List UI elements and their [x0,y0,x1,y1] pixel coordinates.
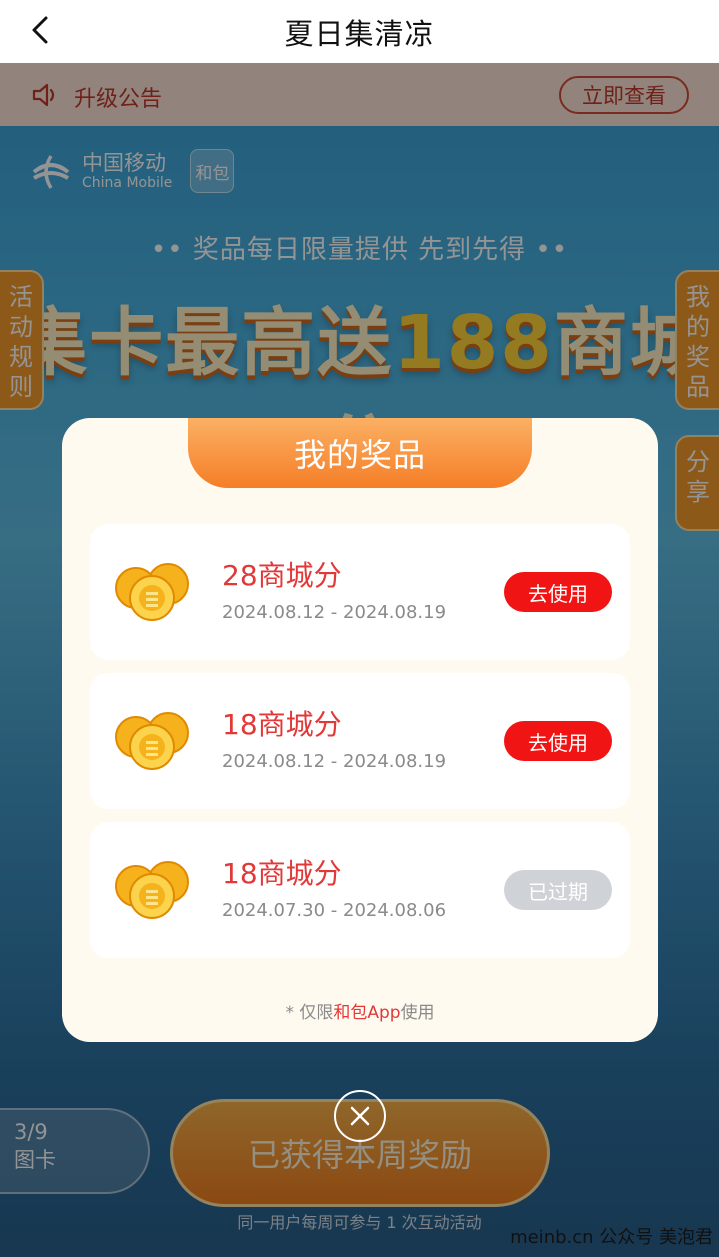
coins-icon [115,861,189,919]
close-modal-button[interactable] [334,1090,386,1142]
modal-title: 我的奖品 [188,418,532,488]
close-icon [350,1106,370,1126]
prize-item: 18商城分 2024.07.30 - 2024.08.06 已过期 [90,822,630,958]
limit-app-name: 和包App [333,1003,401,1023]
prize-name: 28商城分 [222,559,342,592]
use-button[interactable]: 去使用 [504,572,612,612]
prize-validity: 2024.08.12 - 2024.08.19 [222,602,447,623]
watermark: meinb.cn 公众号 美泡君 [510,1227,713,1248]
prize-validity: 2024.08.12 - 2024.08.19 [222,751,447,772]
expired-badge: 已过期 [504,870,612,910]
limit-suffix: 使用 [400,1003,435,1023]
app-only-note: * 仅限和包App使用 [62,998,658,1023]
coins-icon [115,563,189,621]
use-button[interactable]: 去使用 [504,721,612,761]
my-prizes-modal: 我的奖品 28商城分 2024.08.12 - 2024.08.19 去使用 1… [62,418,658,1042]
prize-item: 18商城分 2024.08.12 - 2024.08.19 去使用 [90,673,630,809]
prize-item: 28商城分 2024.08.12 - 2024.08.19 去使用 [90,524,630,660]
back-arrow-icon[interactable] [24,12,60,48]
coins-icon [115,712,189,770]
prize-name: 18商城分 [222,857,342,890]
top-nav-bar: 夏日集清凉 [0,0,719,63]
prize-validity: 2024.07.30 - 2024.08.06 [222,900,447,921]
page-title: 夏日集清凉 [284,16,435,51]
prize-name: 18商城分 [222,708,342,741]
limit-prefix: * 仅限 [285,1003,334,1023]
